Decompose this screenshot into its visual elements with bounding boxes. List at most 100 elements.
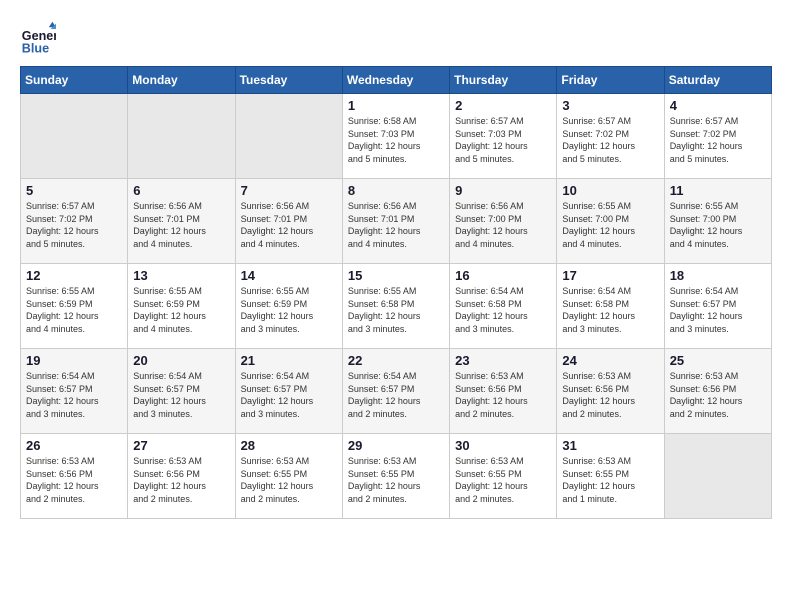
day-number: 16	[455, 268, 551, 283]
header-cell-thursday: Thursday	[450, 67, 557, 94]
header-cell-sunday: Sunday	[21, 67, 128, 94]
day-cell: 4 Sunrise: 6:57 AM Sunset: 7:02 PM Daylig…	[664, 94, 771, 179]
day-number: 30	[455, 438, 551, 453]
week-row-2: 5 Sunrise: 6:57 AM Sunset: 7:02 PM Daylig…	[21, 179, 772, 264]
day-cell: 23 Sunrise: 6:53 AM Sunset: 6:56 PM Dayli…	[450, 349, 557, 434]
day-info: Sunrise: 6:53 AM Sunset: 6:56 PM Dayligh…	[562, 370, 658, 420]
day-number: 14	[241, 268, 337, 283]
day-cell: 30Sunrise: 6:53 AM Sunset: 6:55 PM Dayli…	[450, 434, 557, 519]
day-cell: 14 Sunrise: 6:55 AM Sunset: 6:59 PM Dayli…	[235, 264, 342, 349]
week-row-1: 1 Sunrise: 6:58 AM Sunset: 7:03 PM Daylig…	[21, 94, 772, 179]
day-number: 26	[26, 438, 122, 453]
day-number: 13	[133, 268, 229, 283]
day-info: Sunrise: 6:53 AM Sunset: 6:56 PM Dayligh…	[26, 455, 122, 505]
day-info: Sunrise: 6:57 AM Sunset: 7:02 PM Dayligh…	[26, 200, 122, 250]
page-header: General Blue	[20, 20, 772, 56]
day-info: Sunrise: 6:57 AM Sunset: 7:02 PM Dayligh…	[670, 115, 766, 165]
day-info: Sunrise: 6:54 AM Sunset: 6:57 PM Dayligh…	[348, 370, 444, 420]
header-cell-saturday: Saturday	[664, 67, 771, 94]
day-info: Sunrise: 6:55 AM Sunset: 6:59 PM Dayligh…	[241, 285, 337, 335]
day-info: Sunrise: 6:58 AM Sunset: 7:03 PM Dayligh…	[348, 115, 444, 165]
day-cell: 8 Sunrise: 6:56 AM Sunset: 7:01 PM Daylig…	[342, 179, 449, 264]
day-cell: 25Sunrise: 6:53 AM Sunset: 6:56 PM Dayli…	[664, 349, 771, 434]
day-cell: 26 Sunrise: 6:53 AM Sunset: 6:56 PM Dayli…	[21, 434, 128, 519]
header-cell-wednesday: Wednesday	[342, 67, 449, 94]
day-cell: 15 Sunrise: 6:55 AM Sunset: 6:58 PM Dayli…	[342, 264, 449, 349]
day-number: 29	[348, 438, 444, 453]
day-info: Sunrise: 6:54 AM Sunset: 6:57 PM Dayligh…	[26, 370, 122, 420]
day-number: 10	[562, 183, 658, 198]
day-number: 19	[26, 353, 122, 368]
day-info: Sunrise: 6:55 AM Sunset: 7:00 PM Dayligh…	[670, 200, 766, 250]
day-cell: 13 Sunrise: 6:55 AM Sunset: 6:59 PM Dayli…	[128, 264, 235, 349]
day-number: 31	[562, 438, 658, 453]
day-info: Sunrise: 6:56 AM Sunset: 7:01 PM Dayligh…	[241, 200, 337, 250]
day-cell: 16 Sunrise: 6:54 AM Sunset: 6:58 PM Dayli…	[450, 264, 557, 349]
day-info: Sunrise: 6:55 AM Sunset: 6:59 PM Dayligh…	[133, 285, 229, 335]
day-number: 4	[670, 98, 766, 113]
day-cell: 20 Sunrise: 6:54 AM Sunset: 6:57 PM Dayli…	[128, 349, 235, 434]
svg-text:Blue: Blue	[22, 41, 49, 55]
day-info: Sunrise: 6:54 AM Sunset: 6:57 PM Dayligh…	[241, 370, 337, 420]
day-info: Sunrise: 6:54 AM Sunset: 6:57 PM Dayligh…	[133, 370, 229, 420]
day-info: Sunrise: 6:53 AM Sunset: 6:55 PM Dayligh…	[241, 455, 337, 505]
day-cell: 18Sunrise: 6:54 AM Sunset: 6:57 PM Dayli…	[664, 264, 771, 349]
day-info: Sunrise: 6:54 AM Sunset: 6:58 PM Dayligh…	[562, 285, 658, 335]
day-cell: 21 Sunrise: 6:54 AM Sunset: 6:57 PM Dayli…	[235, 349, 342, 434]
day-number: 18	[670, 268, 766, 283]
day-info: Sunrise: 6:53 AM Sunset: 6:56 PM Dayligh…	[455, 370, 551, 420]
week-row-3: 12Sunrise: 6:55 AM Sunset: 6:59 PM Dayli…	[21, 264, 772, 349]
day-cell: 9 Sunrise: 6:56 AM Sunset: 7:00 PM Daylig…	[450, 179, 557, 264]
day-number: 2	[455, 98, 551, 113]
day-cell	[128, 94, 235, 179]
day-cell: 17 Sunrise: 6:54 AM Sunset: 6:58 PM Dayli…	[557, 264, 664, 349]
day-info: Sunrise: 6:57 AM Sunset: 7:02 PM Dayligh…	[562, 115, 658, 165]
day-cell: 10 Sunrise: 6:55 AM Sunset: 7:00 PM Dayli…	[557, 179, 664, 264]
day-number: 20	[133, 353, 229, 368]
day-cell: 24 Sunrise: 6:53 AM Sunset: 6:56 PM Dayli…	[557, 349, 664, 434]
day-number: 17	[562, 268, 658, 283]
day-info: Sunrise: 6:55 AM Sunset: 6:58 PM Dayligh…	[348, 285, 444, 335]
day-cell: 3Sunrise: 6:57 AM Sunset: 7:02 PM Daylig…	[557, 94, 664, 179]
day-info: Sunrise: 6:53 AM Sunset: 6:55 PM Dayligh…	[348, 455, 444, 505]
week-row-5: 26 Sunrise: 6:53 AM Sunset: 6:56 PM Dayli…	[21, 434, 772, 519]
day-info: Sunrise: 6:56 AM Sunset: 7:01 PM Dayligh…	[348, 200, 444, 250]
day-cell: 11 Sunrise: 6:55 AM Sunset: 7:00 PM Dayli…	[664, 179, 771, 264]
header-cell-monday: Monday	[128, 67, 235, 94]
calendar-body: 1 Sunrise: 6:58 AM Sunset: 7:03 PM Daylig…	[21, 94, 772, 519]
day-cell	[21, 94, 128, 179]
day-cell: 7Sunrise: 6:56 AM Sunset: 7:01 PM Daylig…	[235, 179, 342, 264]
day-info: Sunrise: 6:57 AM Sunset: 7:03 PM Dayligh…	[455, 115, 551, 165]
day-cell: 27Sunrise: 6:53 AM Sunset: 6:56 PM Dayli…	[128, 434, 235, 519]
day-number: 9	[455, 183, 551, 198]
day-info: Sunrise: 6:56 AM Sunset: 7:00 PM Dayligh…	[455, 200, 551, 250]
day-number: 23	[455, 353, 551, 368]
day-number: 11	[670, 183, 766, 198]
day-number: 15	[348, 268, 444, 283]
calendar-header: SundayMondayTuesdayWednesdayThursdayFrid…	[21, 67, 772, 94]
day-number: 21	[241, 353, 337, 368]
day-cell: 2 Sunrise: 6:57 AM Sunset: 7:03 PM Daylig…	[450, 94, 557, 179]
day-info: Sunrise: 6:53 AM Sunset: 6:56 PM Dayligh…	[670, 370, 766, 420]
day-cell: 12Sunrise: 6:55 AM Sunset: 6:59 PM Dayli…	[21, 264, 128, 349]
day-cell: 28Sunrise: 6:53 AM Sunset: 6:55 PM Dayli…	[235, 434, 342, 519]
week-row-4: 19 Sunrise: 6:54 AM Sunset: 6:57 PM Dayli…	[21, 349, 772, 434]
day-number: 1	[348, 98, 444, 113]
header-row: SundayMondayTuesdayWednesdayThursdayFrid…	[21, 67, 772, 94]
header-cell-tuesday: Tuesday	[235, 67, 342, 94]
day-cell	[235, 94, 342, 179]
day-cell: 31Sunrise: 6:53 AM Sunset: 6:55 PM Dayli…	[557, 434, 664, 519]
day-number: 5	[26, 183, 122, 198]
day-number: 8	[348, 183, 444, 198]
day-cell	[664, 434, 771, 519]
header-cell-friday: Friday	[557, 67, 664, 94]
day-number: 24	[562, 353, 658, 368]
day-cell: 1 Sunrise: 6:58 AM Sunset: 7:03 PM Daylig…	[342, 94, 449, 179]
day-info: Sunrise: 6:55 AM Sunset: 7:00 PM Dayligh…	[562, 200, 658, 250]
day-cell: 29 Sunrise: 6:53 AM Sunset: 6:55 PM Dayli…	[342, 434, 449, 519]
calendar-table: SundayMondayTuesdayWednesdayThursdayFrid…	[20, 66, 772, 519]
day-number: 27	[133, 438, 229, 453]
day-cell: 6Sunrise: 6:56 AM Sunset: 7:01 PM Daylig…	[128, 179, 235, 264]
day-info: Sunrise: 6:54 AM Sunset: 6:58 PM Dayligh…	[455, 285, 551, 335]
day-cell: 19 Sunrise: 6:54 AM Sunset: 6:57 PM Dayli…	[21, 349, 128, 434]
